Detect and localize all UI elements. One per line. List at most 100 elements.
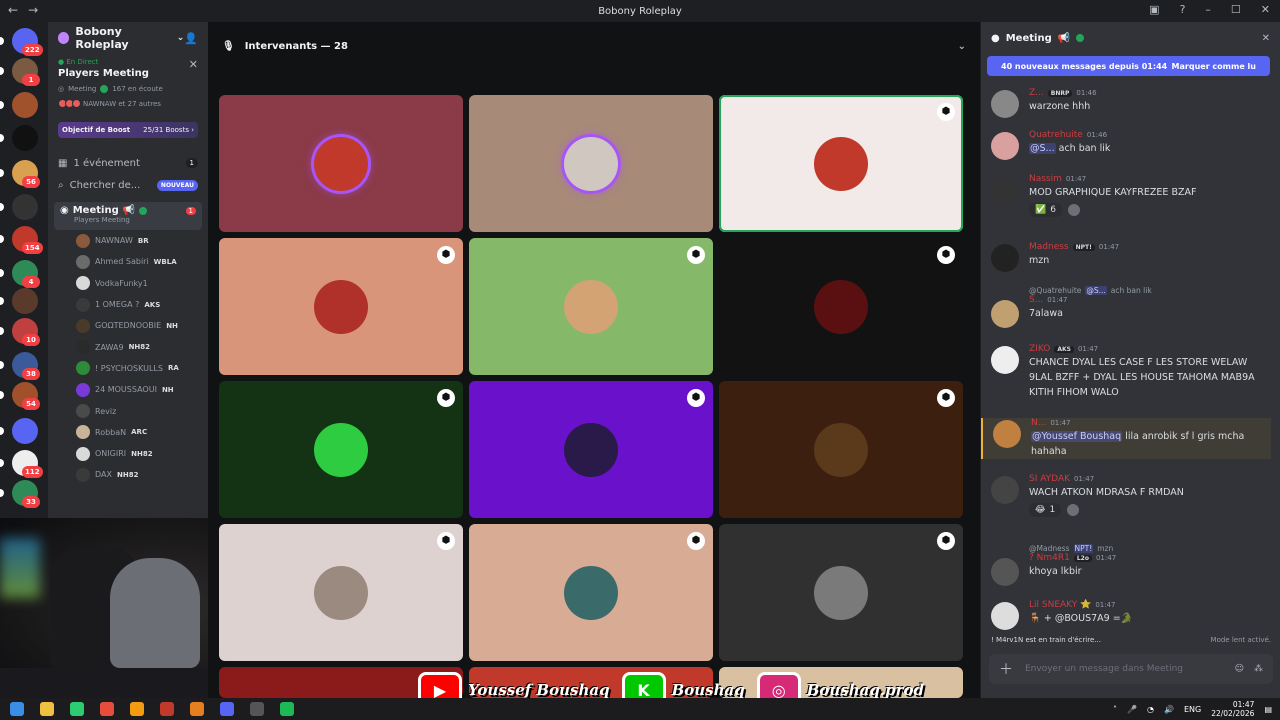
speaker-tile[interactable]: ⬢ (469, 524, 713, 661)
server-icon[interactable] (12, 418, 38, 444)
member-name: GOΩTEDNOOBIE (95, 321, 162, 331)
message-author[interactable]: ZIKO (1029, 344, 1050, 354)
speaker-tile[interactable]: ⬢ (219, 524, 463, 661)
voice-member[interactable]: ! PSYCHOSKULLS RA (76, 358, 208, 379)
spotify-icon[interactable] (280, 702, 294, 716)
voice-member[interactable]: ZAWA9 NH82 (76, 336, 208, 357)
chat-message[interactable]: Lil SNEAKY ⭐ 01:47 🪑 + @BOUS7A9 =🐊 (991, 600, 1271, 630)
window-controls[interactable]: ▣? – ☐ ✕ (1149, 3, 1270, 16)
chat-message[interactable]: Madness NPT! 01:47 mzn (991, 242, 1271, 272)
voice-member[interactable]: Reviz (76, 400, 208, 421)
moderator-shield-icon: ⬢ (687, 532, 705, 550)
unread-pill (0, 169, 4, 177)
avatar[interactable] (991, 558, 1019, 586)
chat-message[interactable]: Quatrehuite 01:46 @S... ach ban lik (991, 130, 1271, 160)
speaker-tile[interactable] (219, 95, 463, 232)
mark-read-button: Marquer comme lu (1171, 61, 1256, 71)
voice-member[interactable]: 24 MOUSSAOUI NH (76, 379, 208, 400)
speaker-avatar (814, 136, 868, 191)
message-author[interactable]: ? Nm4R1 (1029, 553, 1070, 563)
mention-badge: 4 (22, 276, 40, 288)
brave-icon[interactable] (190, 702, 204, 716)
add-reaction-icon[interactable] (1067, 203, 1080, 216)
vlc-icon[interactable] (130, 702, 144, 716)
app-icon[interactable] (70, 702, 84, 716)
add-reaction-icon[interactable] (1067, 503, 1080, 516)
reaction[interactable]: 😂 1 (1029, 503, 1062, 517)
server-name: Bobony Roleplay (75, 25, 129, 51)
voice-member[interactable]: ONIGIRI NH82 (76, 443, 208, 464)
speaker-tile[interactable]: ⬢ (219, 381, 463, 518)
windows-start-icon[interactable] (10, 702, 24, 716)
chat-message[interactable]: SI AYDAK 01:47 WACH ATKON MDRASA F RMDAN 😂 1 (991, 474, 1271, 517)
file-explorer-icon[interactable] (40, 702, 54, 716)
boost-goal[interactable]: Objectif de Boost 25/31 Boosts › (58, 122, 198, 138)
message-author[interactable]: Quatrehuite (1029, 130, 1083, 140)
chrome-icon[interactable] (100, 702, 114, 716)
meeting-channel[interactable]: ◉ Meeting 📢 Players Meeting 1 (54, 202, 202, 230)
avatar[interactable] (993, 420, 1021, 448)
moderator-shield-icon: ⬢ (687, 246, 705, 264)
avatar[interactable] (991, 244, 1019, 272)
voice-member[interactable]: NAWNAW BR (76, 230, 208, 251)
close-icon[interactable]: ✕ (1262, 33, 1270, 44)
voice-member[interactable]: VodkaFunky1 (76, 273, 208, 294)
unread-pill (0, 67, 4, 75)
voice-member[interactable]: DAX NH82 (76, 464, 208, 485)
invite-icon[interactable]: 👤 (184, 32, 198, 45)
avatar[interactable] (991, 476, 1019, 504)
close-icon[interactable]: ✕ (189, 58, 198, 71)
discord-icon[interactable] (220, 702, 234, 716)
avatar[interactable] (991, 132, 1019, 160)
speakers-header[interactable]: 🎙 Intervenants — 28 ⌄ (208, 22, 980, 70)
live-panel[interactable]: ● En Direct Players Meeting ✕ ◎ Meeting 1… (48, 54, 208, 112)
live-label: ● En Direct (58, 58, 99, 66)
speaker-tile[interactable]: ⬢ (219, 238, 463, 375)
speaker-tile[interactable]: ⬢ (719, 95, 963, 232)
server-icon[interactable] (12, 194, 38, 220)
message-author[interactable]: Lil SNEAKY ⭐ (1029, 600, 1091, 610)
voice-member[interactable]: 1 OMEGA ? AKS (76, 294, 208, 315)
chat-message[interactable]: Z... BNRP 01:46 warzone hhh (991, 88, 1271, 118)
voice-member[interactable]: Ahmed Sabiri WBLA (76, 251, 208, 272)
speaker-tile[interactable]: ⬢ (719, 238, 963, 375)
speaker-tile[interactable]: ⬢ (469, 381, 713, 518)
app-icon[interactable] (160, 702, 174, 716)
message-author[interactable]: Z... (1029, 88, 1044, 98)
app-icon[interactable] (250, 702, 264, 716)
chat-message[interactable]: N... 01:47 @Youssef Boushaq lila anrobik s… (981, 418, 1271, 459)
avatar[interactable] (991, 300, 1019, 328)
message-author[interactable]: N... (1031, 418, 1046, 428)
search-channels-row[interactable]: ⌕ Chercher de... NOUVEAU (48, 174, 208, 196)
voice-member[interactable]: RobbaN ARC (76, 422, 208, 443)
chat-message[interactable]: ZIKO AKS 01:47 CHANCE DYAL LES CASE F LES S… (991, 344, 1271, 400)
message-author[interactable]: Nassim (1029, 174, 1062, 184)
reply-preview[interactable]: @Madness NPT! mzn (1029, 544, 1271, 553)
chat-message[interactable]: @Quatrehuite @S... ach ban lik S... 01:47 7al… (991, 286, 1271, 328)
events-row[interactable]: ▦ 1 événement 1 (48, 152, 208, 174)
role-badge: NPT! (1072, 243, 1095, 251)
avatar[interactable] (991, 90, 1019, 118)
server-icon[interactable] (12, 92, 38, 118)
avatar[interactable] (991, 602, 1019, 630)
server-header[interactable]: Bobony Roleplay ⌄ 👤 (48, 22, 208, 54)
server-icon[interactable] (12, 288, 38, 314)
speaker-tile[interactable]: ⬢ (469, 238, 713, 375)
message-author[interactable]: SI AYDAK (1029, 474, 1070, 484)
chat-message[interactable]: @Madness NPT! mzn? Nm4R1 L2o 01:47 khoya lkbi… (991, 544, 1271, 586)
clock[interactable]: 01:47 22/02/2026 (1211, 700, 1254, 718)
avatar[interactable] (991, 346, 1019, 374)
new-messages-bar[interactable]: 40 nouveaux messages depuis 01:44 Marquer… (987, 56, 1270, 76)
server-icon[interactable] (12, 125, 38, 151)
speaker-tile[interactable]: ⬢ (719, 524, 963, 661)
message-author[interactable]: Madness (1029, 242, 1069, 252)
message-author[interactable]: S... (1029, 295, 1043, 305)
message-input[interactable]: ＋ Envoyer un message dans Meeting ☺ ⁂ (989, 654, 1273, 684)
avatar[interactable] (991, 176, 1019, 204)
reply-preview[interactable]: @Quatrehuite @S... ach ban lik (1029, 286, 1271, 295)
voice-member[interactable]: GOΩTEDNOOBIE NH (76, 315, 208, 336)
reaction[interactable]: ✅ 6 (1029, 203, 1062, 217)
speaker-tile[interactable] (469, 95, 713, 232)
chat-message[interactable]: Nassim 01:47 MOD GRAPHIQUE KAYFREZEE BZAF ✅… (991, 174, 1271, 217)
speaker-tile[interactable]: ⬢ (719, 381, 963, 518)
